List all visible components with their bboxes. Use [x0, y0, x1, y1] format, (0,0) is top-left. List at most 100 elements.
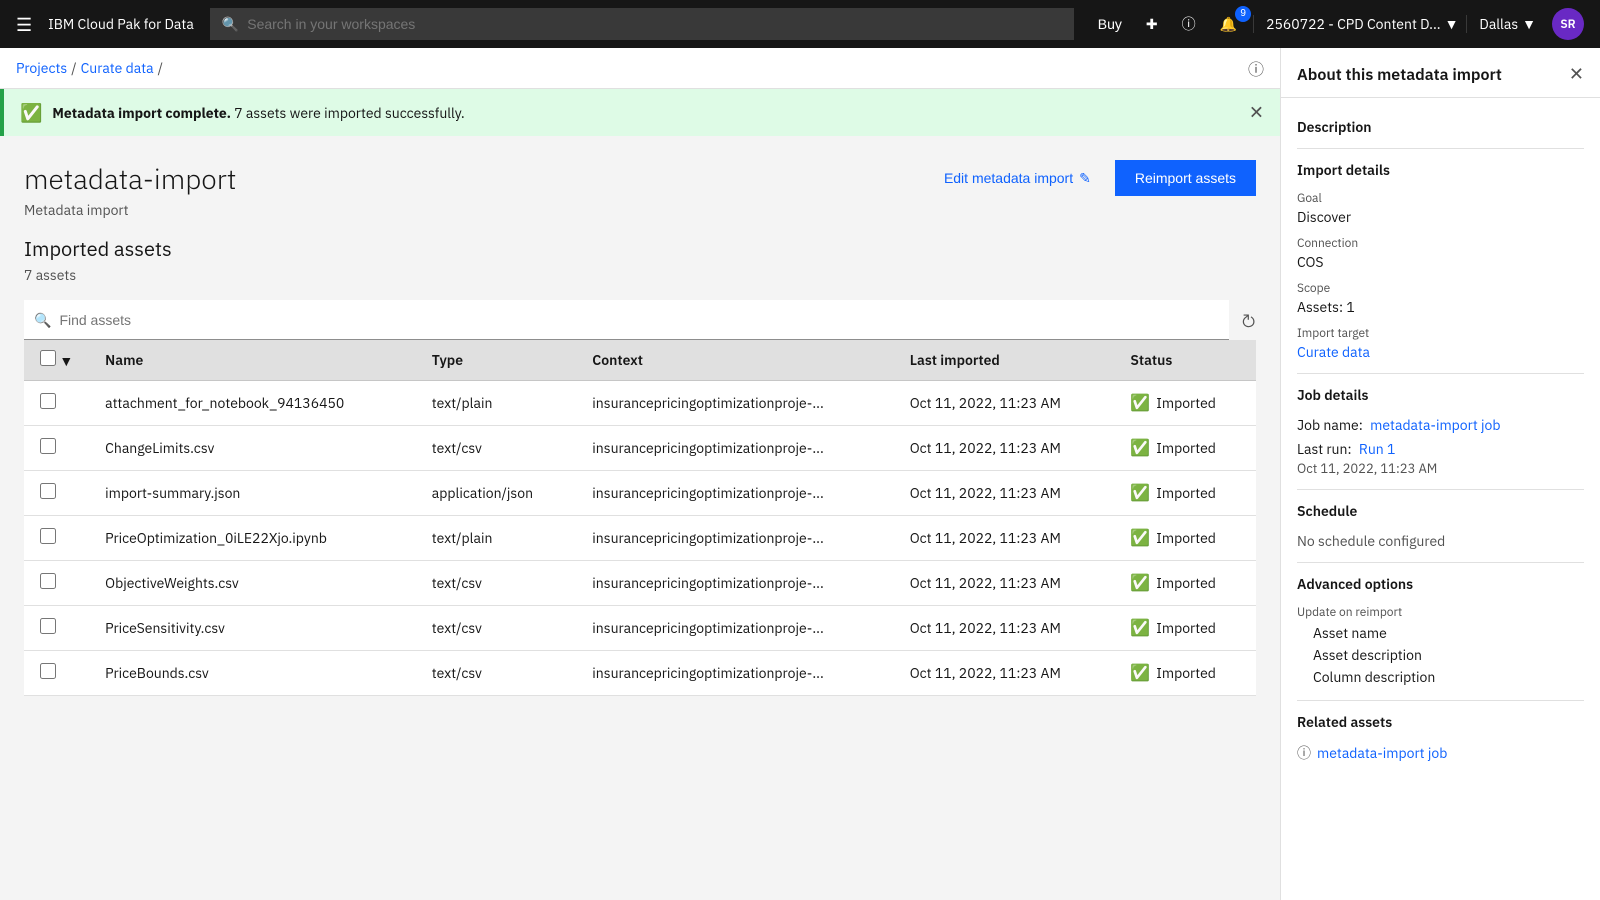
divider-5 — [1297, 700, 1584, 701]
breadcrumb-sep-2: / — [158, 59, 163, 77]
row-checkbox-cell-2[interactable] — [24, 471, 89, 516]
row-context-6: insurancepricingoptimizationproje-... — [576, 651, 893, 696]
status-check-icon-0: ✅ — [1130, 393, 1150, 413]
notifications-button[interactable]: 🔔 9 — [1212, 12, 1245, 37]
find-assets-input[interactable] — [59, 312, 1219, 328]
global-search[interactable]: 🔍 — [210, 8, 1074, 40]
col-header-type: Type — [416, 340, 577, 381]
col-header-last-imported: Last imported — [894, 340, 1115, 381]
buy-button[interactable]: Buy — [1090, 12, 1130, 36]
row-checkbox-2[interactable] — [40, 483, 56, 499]
advanced-options-list: Asset nameAsset descriptionColumn descri… — [1297, 622, 1584, 688]
info-icon[interactable]: ⓘ — [1248, 56, 1264, 80]
col-header-name: Name — [89, 340, 416, 381]
import-details-section-title: Import details — [1297, 161, 1584, 179]
row-checkbox-cell-4[interactable] — [24, 561, 89, 606]
row-checkbox-cell-0[interactable] — [24, 381, 89, 426]
row-status-5: ✅ Imported — [1114, 606, 1256, 651]
related-assets-list: ⓘmetadata-import job — [1297, 743, 1584, 763]
breadcrumb-projects[interactable]: Projects — [16, 59, 67, 77]
row-checkbox-5[interactable] — [40, 618, 56, 634]
row-name-6: PriceBounds.csv — [89, 651, 416, 696]
row-date-2: Oct 11, 2022, 11:23 AM — [894, 471, 1115, 516]
assets-section-title: Imported assets — [24, 235, 1256, 262]
account-name: 2560722 - CPD Content D... — [1266, 15, 1440, 33]
related-asset-link-0[interactable]: metadata-import job — [1317, 744, 1447, 762]
job-name-label: Job name: — [1297, 416, 1363, 434]
panel-close-button[interactable]: ✕ — [1569, 64, 1584, 85]
breadcrumb-links: Projects / Curate data / — [16, 59, 163, 77]
row-checkbox-6[interactable] — [40, 663, 56, 679]
assets-table: ▼ Name Type Context Last imported Status… — [24, 340, 1256, 696]
row-checkbox-cell-3[interactable] — [24, 516, 89, 561]
table-header-row: ▼ Name Type Context Last imported Status — [24, 340, 1256, 381]
advanced-option-1: Asset description — [1297, 644, 1584, 666]
row-context-3: insurancepricingoptimizationproje-... — [576, 516, 893, 561]
checkbox-chevron-icon[interactable]: ▼ — [59, 352, 73, 370]
panel-title: About this metadata import — [1297, 65, 1502, 85]
refresh-icon[interactable]: ↻ — [1241, 309, 1256, 332]
row-date-6: Oct 11, 2022, 11:23 AM — [894, 651, 1115, 696]
row-name-2: import-summary.json — [89, 471, 416, 516]
table-row: ObjectiveWeights.csv text/csv insurancep… — [24, 561, 1256, 606]
row-status-6: ✅ Imported — [1114, 651, 1256, 696]
divider-3 — [1297, 489, 1584, 490]
row-type-6: text/csv — [416, 651, 577, 696]
alert-banner: ✅ Metadata import complete. 7 assets wer… — [0, 89, 1280, 136]
last-run: Last run: Run 1 — [1297, 440, 1584, 458]
divider-2 — [1297, 373, 1584, 374]
row-checkbox-3[interactable] — [40, 528, 56, 544]
row-type-5: text/csv — [416, 606, 577, 651]
status-label-2: Imported — [1156, 484, 1216, 502]
job-name-value[interactable]: metadata-import job — [1370, 416, 1500, 434]
add-icon[interactable]: ✚ — [1138, 12, 1166, 37]
row-name-4: ObjectiveWeights.csv — [89, 561, 416, 606]
divider-4 — [1297, 562, 1584, 563]
hamburger-menu-icon[interactable]: ☰ — [16, 13, 32, 36]
avatar[interactable]: SR — [1552, 8, 1584, 40]
schedule-value: No schedule configured — [1297, 532, 1584, 550]
edit-metadata-import-button[interactable]: Edit metadata import ✎ — [932, 162, 1103, 195]
region-selector[interactable]: Dallas ▼ — [1466, 15, 1536, 33]
alert-detail: 7 assets were imported successfully. — [231, 104, 465, 122]
find-assets-search[interactable]: 🔍 — [24, 300, 1229, 340]
connection-label: Connection — [1297, 236, 1584, 251]
row-context-2: insurancepricingoptimizationproje-... — [576, 471, 893, 516]
breadcrumb-curate-data[interactable]: Curate data — [81, 59, 154, 77]
description-section-title: Description — [1297, 118, 1584, 136]
row-checkbox-cell-1[interactable] — [24, 426, 89, 471]
advanced-option-0: Asset name — [1297, 622, 1584, 644]
status-label-5: Imported — [1156, 619, 1216, 637]
panel-header: About this metadata import ✕ — [1281, 48, 1600, 98]
last-run-value[interactable]: Run 1 — [1359, 440, 1396, 458]
job-details-section-title: Job details — [1297, 386, 1584, 404]
row-checkbox-0[interactable] — [40, 393, 56, 409]
row-status-3: ✅ Imported — [1114, 516, 1256, 561]
account-selector[interactable]: 2560722 - CPD Content D... ▼ — [1253, 15, 1458, 33]
scope-value: Assets: 1 — [1297, 298, 1584, 316]
row-type-0: text/plain — [416, 381, 577, 426]
search-input[interactable] — [247, 16, 1062, 32]
region-chevron-icon: ▼ — [1522, 15, 1536, 33]
row-type-2: application/json — [416, 471, 577, 516]
reimport-assets-button[interactable]: Reimport assets — [1115, 160, 1256, 196]
region-name: Dallas — [1479, 15, 1518, 33]
status-label-6: Imported — [1156, 664, 1216, 682]
row-checkbox-1[interactable] — [40, 438, 56, 454]
row-checkbox-cell-5[interactable] — [24, 606, 89, 651]
row-date-0: Oct 11, 2022, 11:23 AM — [894, 381, 1115, 426]
table-row: PriceSensitivity.csv text/csv insurancep… — [24, 606, 1256, 651]
select-all-checkbox-cell[interactable]: ▼ — [24, 340, 89, 381]
alert-close-button[interactable]: ✕ — [1249, 102, 1264, 123]
status-check-icon-4: ✅ — [1130, 573, 1150, 593]
notification-badge: 9 — [1235, 6, 1251, 22]
row-checkbox-cell-6[interactable] — [24, 651, 89, 696]
import-target-value[interactable]: Curate data — [1297, 343, 1370, 361]
select-all-checkbox[interactable] — [40, 350, 56, 366]
row-checkbox-4[interactable] — [40, 573, 56, 589]
last-run-date: Oct 11, 2022, 11:23 AM — [1297, 460, 1584, 477]
scope-label: Scope — [1297, 281, 1584, 296]
main-container: Projects / Curate data / ⓘ ✅ Metadata im… — [0, 48, 1600, 900]
help-icon[interactable]: ⓘ — [1174, 10, 1204, 38]
row-name-0: attachment_for_notebook_94136450 — [89, 381, 416, 426]
